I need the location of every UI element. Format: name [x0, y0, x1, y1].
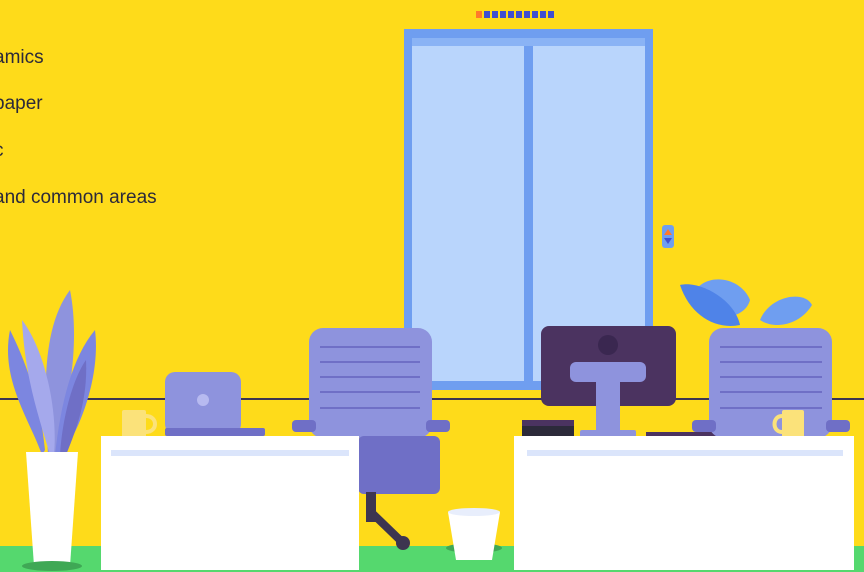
monitor-logo-icon [598, 335, 618, 355]
elevator-up-down-icon [662, 225, 674, 248]
progress-dot [516, 11, 522, 18]
text-line-3: c [0, 140, 4, 162]
desk-right [514, 436, 854, 570]
office-scene [0, 0, 864, 572]
progress-dot [540, 11, 546, 18]
text-line-1: amics [0, 47, 44, 68]
progress-dot [508, 11, 514, 18]
progress-dots [476, 11, 554, 18]
progress-dot [476, 11, 482, 18]
progress-dot [524, 11, 530, 18]
text-line-2: paper [0, 93, 43, 114]
chair-right [692, 328, 850, 438]
desk-left [101, 436, 359, 570]
progress-dot [484, 11, 490, 18]
progress-dot [492, 11, 498, 18]
progress-dot [500, 11, 506, 18]
progress-dot [532, 11, 538, 18]
text-line-4: and common areas [0, 187, 157, 208]
progress-dot [548, 11, 554, 18]
